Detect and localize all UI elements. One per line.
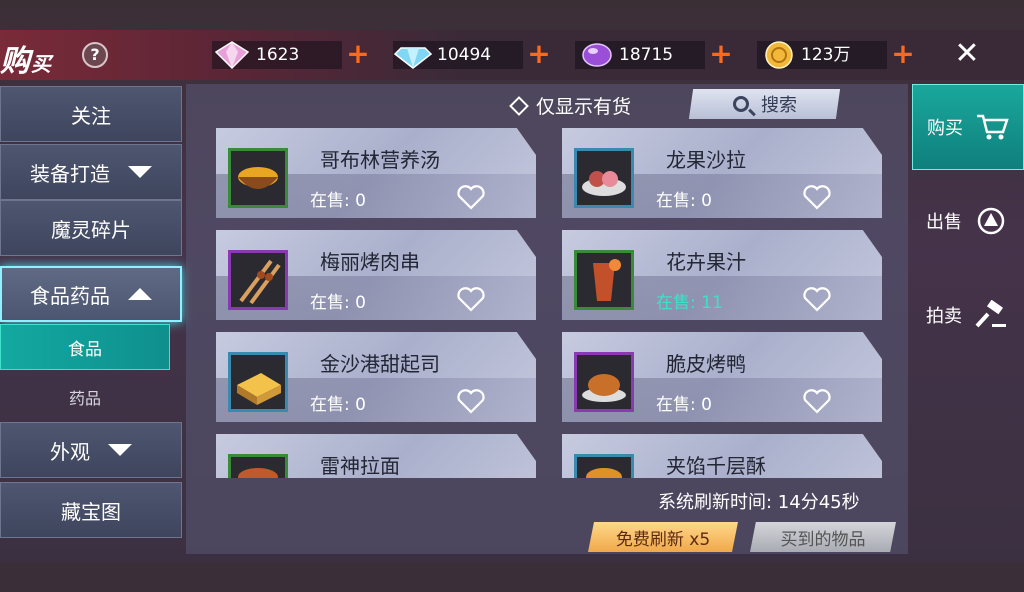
item-name: 龙果沙拉: [666, 148, 746, 172]
pastry-icon: [574, 454, 634, 478]
item-stock: 在售: 0: [310, 395, 366, 415]
heart-icon[interactable]: [802, 286, 832, 312]
item-name: 雷神拉面: [320, 454, 400, 478]
heart-icon[interactable]: [802, 388, 832, 414]
chevron-up-icon: [128, 288, 152, 300]
tab-auction[interactable]: 拍卖: [912, 272, 1024, 358]
pink-crystal-icon: [214, 41, 250, 70]
add-currency-button[interactable]: +: [346, 40, 370, 69]
search-icon: [732, 96, 749, 112]
sidebar-subitem-food[interactable]: 食品: [0, 324, 170, 370]
sidebar-item-follow[interactable]: 关注: [0, 86, 182, 142]
checkbox-icon[interactable]: [509, 95, 529, 116]
tab-buy[interactable]: 购买: [912, 84, 1024, 170]
shopping-cart-icon: [977, 114, 1009, 140]
item-card[interactable]: 梅丽烤肉串 在售: 0: [216, 230, 536, 320]
free-refresh-button[interactable]: 免费刷新 x5: [588, 522, 738, 552]
heart-icon[interactable]: [456, 388, 486, 414]
help-button[interactable]: ?: [82, 42, 108, 68]
chevron-down-icon: [128, 166, 152, 178]
sidebar-subitem-medicine[interactable]: 药品: [0, 374, 170, 420]
in-stock-filter[interactable]: 仅显示有货: [509, 92, 631, 119]
tab-sell[interactable]: 出售: [912, 178, 1024, 264]
item-stock: 在售: 0: [310, 191, 366, 211]
item-stock: 在售: 0: [656, 191, 712, 211]
search-button[interactable]: 搜索: [688, 89, 841, 119]
roast-duck-icon: [574, 352, 634, 412]
currency-crystal: 1623 +: [212, 40, 370, 70]
gavel-icon: [975, 300, 1006, 328]
item-name: 梅丽烤肉串: [320, 250, 420, 274]
item-name: 夹馅千层酥: [666, 454, 766, 478]
skewer-icon: [228, 250, 288, 310]
item-name: 花卉果汁: [666, 250, 746, 274]
sidebar-item-equipment-craft[interactable]: 装备打造: [0, 144, 182, 200]
item-name: 脆皮烤鸭: [666, 352, 746, 376]
item-card[interactable]: 雷神拉面: [216, 434, 536, 478]
heart-icon[interactable]: [456, 184, 486, 210]
page-title: 购买: [0, 44, 52, 79]
add-currency-button[interactable]: +: [709, 40, 733, 69]
add-currency-button[interactable]: +: [527, 40, 551, 69]
item-card[interactable]: 金沙港甜起司 在售: 0: [216, 332, 536, 422]
juice-glass-icon: [574, 250, 634, 310]
add-currency-button[interactable]: +: [891, 40, 915, 69]
refresh-timer: 系统刷新时间: 14分45秒: [658, 492, 860, 513]
item-card[interactable]: 夹馅千层酥: [562, 434, 882, 478]
item-name: 金沙港甜起司: [320, 352, 440, 376]
sell-badge-icon: [977, 207, 1005, 235]
currency-gem: 18715 +: [575, 40, 733, 70]
item-card[interactable]: 哥布林营养汤 在售: 0: [216, 128, 536, 218]
sidebar-item-spirit-fragments[interactable]: 魔灵碎片: [0, 200, 182, 256]
item-card[interactable]: 脆皮烤鸭 在售: 0: [562, 332, 882, 422]
item-stock: 在售: 0: [310, 293, 366, 313]
item-card[interactable]: 龙果沙拉 在售: 0: [562, 128, 882, 218]
close-icon[interactable]: ✕: [952, 38, 982, 70]
sidebar-item-appearance[interactable]: 外观: [0, 422, 182, 478]
item-grid: 哥布林营养汤 在售: 0 龙果沙拉 在售: 0 梅丽烤肉串 在售: 0 花卉果汁…: [216, 128, 886, 478]
bought-items-button[interactable]: 买到的物品: [750, 522, 896, 552]
bottom-strip: [0, 562, 1024, 592]
noodle-bowl-icon: [228, 454, 288, 478]
heart-icon[interactable]: [456, 286, 486, 312]
currency-gold: 123万 +: [757, 40, 915, 70]
currency-diamond: 10494 +: [393, 40, 551, 70]
chevron-down-icon: [108, 444, 132, 456]
heart-icon[interactable]: [802, 184, 832, 210]
salad-icon: [574, 148, 634, 208]
item-stock: 在售: 11: [656, 293, 723, 313]
soup-bowl-icon: [228, 148, 288, 208]
item-stock: 在售: 0: [656, 395, 712, 415]
gold-coin-icon: [765, 41, 793, 69]
cheese-cake-icon: [228, 352, 288, 412]
sidebar-item-treasure-map[interactable]: 藏宝图: [0, 482, 182, 538]
item-card[interactable]: 花卉果汁 在售: 11: [562, 230, 882, 320]
purple-gem-icon: [582, 43, 612, 67]
blue-diamond-icon: [393, 47, 433, 69]
sidebar-item-food-medicine[interactable]: 食品药品: [0, 266, 182, 322]
item-name: 哥布林营养汤: [320, 148, 440, 172]
